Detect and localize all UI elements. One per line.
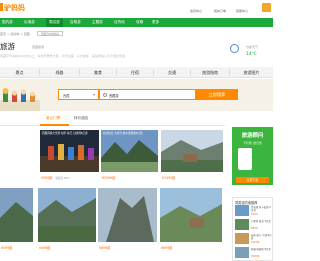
card-image [40,130,99,172]
user-avatar[interactable] [262,3,271,12]
card-price: ¥899起 [99,246,111,250]
app-ad-title: 旅游顾问 [241,133,264,139]
breadcrumb-path[interactable]: 首页 > 目的地 > 西藏 [0,32,30,36]
city-select-value: 西藏 [63,94,70,98]
product-card[interactable] [38,188,96,242]
side-item[interactable]: 云南 丽江 大理 6日游 ¥1599 [235,233,272,246]
tab-routes[interactable]: 线路 [40,67,79,78]
page-subtitle: 西藏旅游 [32,45,45,49]
product-subtabs: 景点门票 特价酒店 [0,114,225,126]
tab-sights[interactable]: 景点 [0,67,39,78]
card-image [101,130,158,172]
tab-transport[interactable]: 交通 [154,67,190,78]
member-center-link[interactable]: 会员中心 [190,9,202,13]
card-price-value: ¥399起 [41,176,53,180]
search-icon [103,93,107,97]
active-subtab-indicator [40,124,69,126]
subtab-hotels[interactable]: 特价酒店 [74,116,88,121]
card-price: ¥499起 [39,246,51,250]
side-item-thumb [235,233,249,244]
my-orders-link[interactable]: 我的订单 [214,9,226,13]
tab-guide[interactable]: 旅游指南 [191,67,229,78]
search-query: 西藏游 [109,94,119,98]
logo-mark [0,3,3,11]
search-input[interactable]: 西藏游 [99,89,196,100]
nav-item-more[interactable]: 更多 [152,18,159,27]
side-item-thumb [235,205,249,216]
card-caption: 布达拉宫 大昭寺 纳木错经典5日游 [103,132,143,135]
side-item[interactable]: 九寨沟 黄龙 3日游 ¥899 [235,219,272,232]
chevron-down-icon [93,94,95,96]
card-image [160,188,222,242]
side-item-text: 青海湖 茶卡盐湖 2日游 [251,206,271,212]
city-select[interactable]: 西藏 [58,89,99,100]
banner-illustration [0,88,40,111]
product-card[interactable] [98,188,157,242]
weather-icon [230,44,239,53]
nav-item-free-travel[interactable]: 自助游 [70,18,81,27]
app-ad-subtitle: 手机预订更优惠 [243,142,262,145]
category-tabs: 景点 线路 美食 住宿 交通 旅游指南 旅游图片 [0,67,273,78]
card-price: ¥699起 [161,246,173,250]
service-center-link[interactable]: 客服中心 [236,9,248,13]
product-card[interactable]: 布达拉宫 大昭寺 纳木错经典5日游 [101,130,158,172]
breadcrumb: 首页 > 目的地 > 西藏 西藏目的地指南 [0,31,63,36]
nav-item-domestic[interactable]: 国内游 [2,18,13,27]
side-item-text: 云南 丽江 大理 6日游 [251,234,272,240]
nav-item-nearby[interactable]: 周边游 [46,18,63,27]
tab-food[interactable]: 美食 [80,67,116,78]
app-download-ad[interactable]: 旅游顾问 手机预订更优惠 立即下载 [232,127,273,185]
side-item[interactable]: 青海湖 茶卡盐湖 2日游 ¥399 [235,205,272,218]
card-price: ¥3499起 [162,176,176,180]
tab-photos[interactable]: 旅游图片 [230,67,273,78]
side-item-thumb [235,247,249,258]
app-download-button[interactable]: 立即下载 [236,177,269,183]
card-price: ¥599起 [1,246,13,250]
main-nav: 国内游 出境游 周边游 自助游 主题游 目的地 攻略 更多 [0,18,273,27]
side-item-price: ¥1599 [251,241,260,244]
nav-item-outbound[interactable]: 出境游 [24,18,35,27]
page-description: 西藏平均海拔4000米以上，有世界屋脊之称，风景壮美，人文独特，是探险和心灵之旅… [0,54,128,58]
weather-label: 当前天气 [246,45,259,49]
side-item-price: ¥899 [251,227,258,230]
nav-item-guide[interactable]: 攻略 [136,18,143,27]
card-rating: 满意度 95% [55,177,70,180]
tab-hotels[interactable]: 住宿 [117,67,153,78]
card-price: ¥2999起 [102,176,116,180]
phone-icon [238,148,252,170]
product-card[interactable] [161,130,223,172]
page-title: 旅游 [0,42,15,51]
product-card[interactable] [0,188,33,242]
side-item-thumb [235,219,249,230]
top-header: 驴妈妈 会员中心 我的订单 客服中心 [0,0,273,18]
product-card[interactable] [160,188,222,242]
side-item[interactable]: 新疆 喀纳斯 8日游 ¥2899 [235,247,272,260]
side-item-price: ¥2899 [251,255,260,258]
side-recommendations: 同类目的地推荐 青海湖 茶卡盐湖 2日游 ¥399 九寨沟 黄龙 3日游 ¥89… [232,197,273,261]
card-price: ¥399起 满意度 95% [41,175,70,180]
card-caption: 西藏风情全景游 拉萨 林芝 日喀则8日游 [42,132,88,135]
subtab-tickets[interactable]: 景点门票 [46,116,60,121]
nav-item-theme[interactable]: 主题游 [92,18,103,27]
card-image [161,130,223,172]
card-image [38,188,96,242]
side-item-text: 新疆 喀纳斯 8日游 [251,248,271,251]
site-logo[interactable]: 驴妈妈 [4,3,25,13]
card-image [0,188,33,242]
search-button[interactable]: 立即搜索 [196,89,238,100]
product-card[interactable]: 西藏风情全景游 拉萨 林芝 日喀则8日游 [40,130,99,172]
card-image [98,188,157,242]
side-item-text: 九寨沟 黄龙 3日游 [251,220,271,223]
nav-item-destination[interactable]: 目的地 [114,18,125,27]
weather-value: 14℃ [246,52,257,57]
side-item-price: ¥399 [251,213,258,216]
guide-button[interactable]: 西藏目的地指南 [36,31,63,36]
